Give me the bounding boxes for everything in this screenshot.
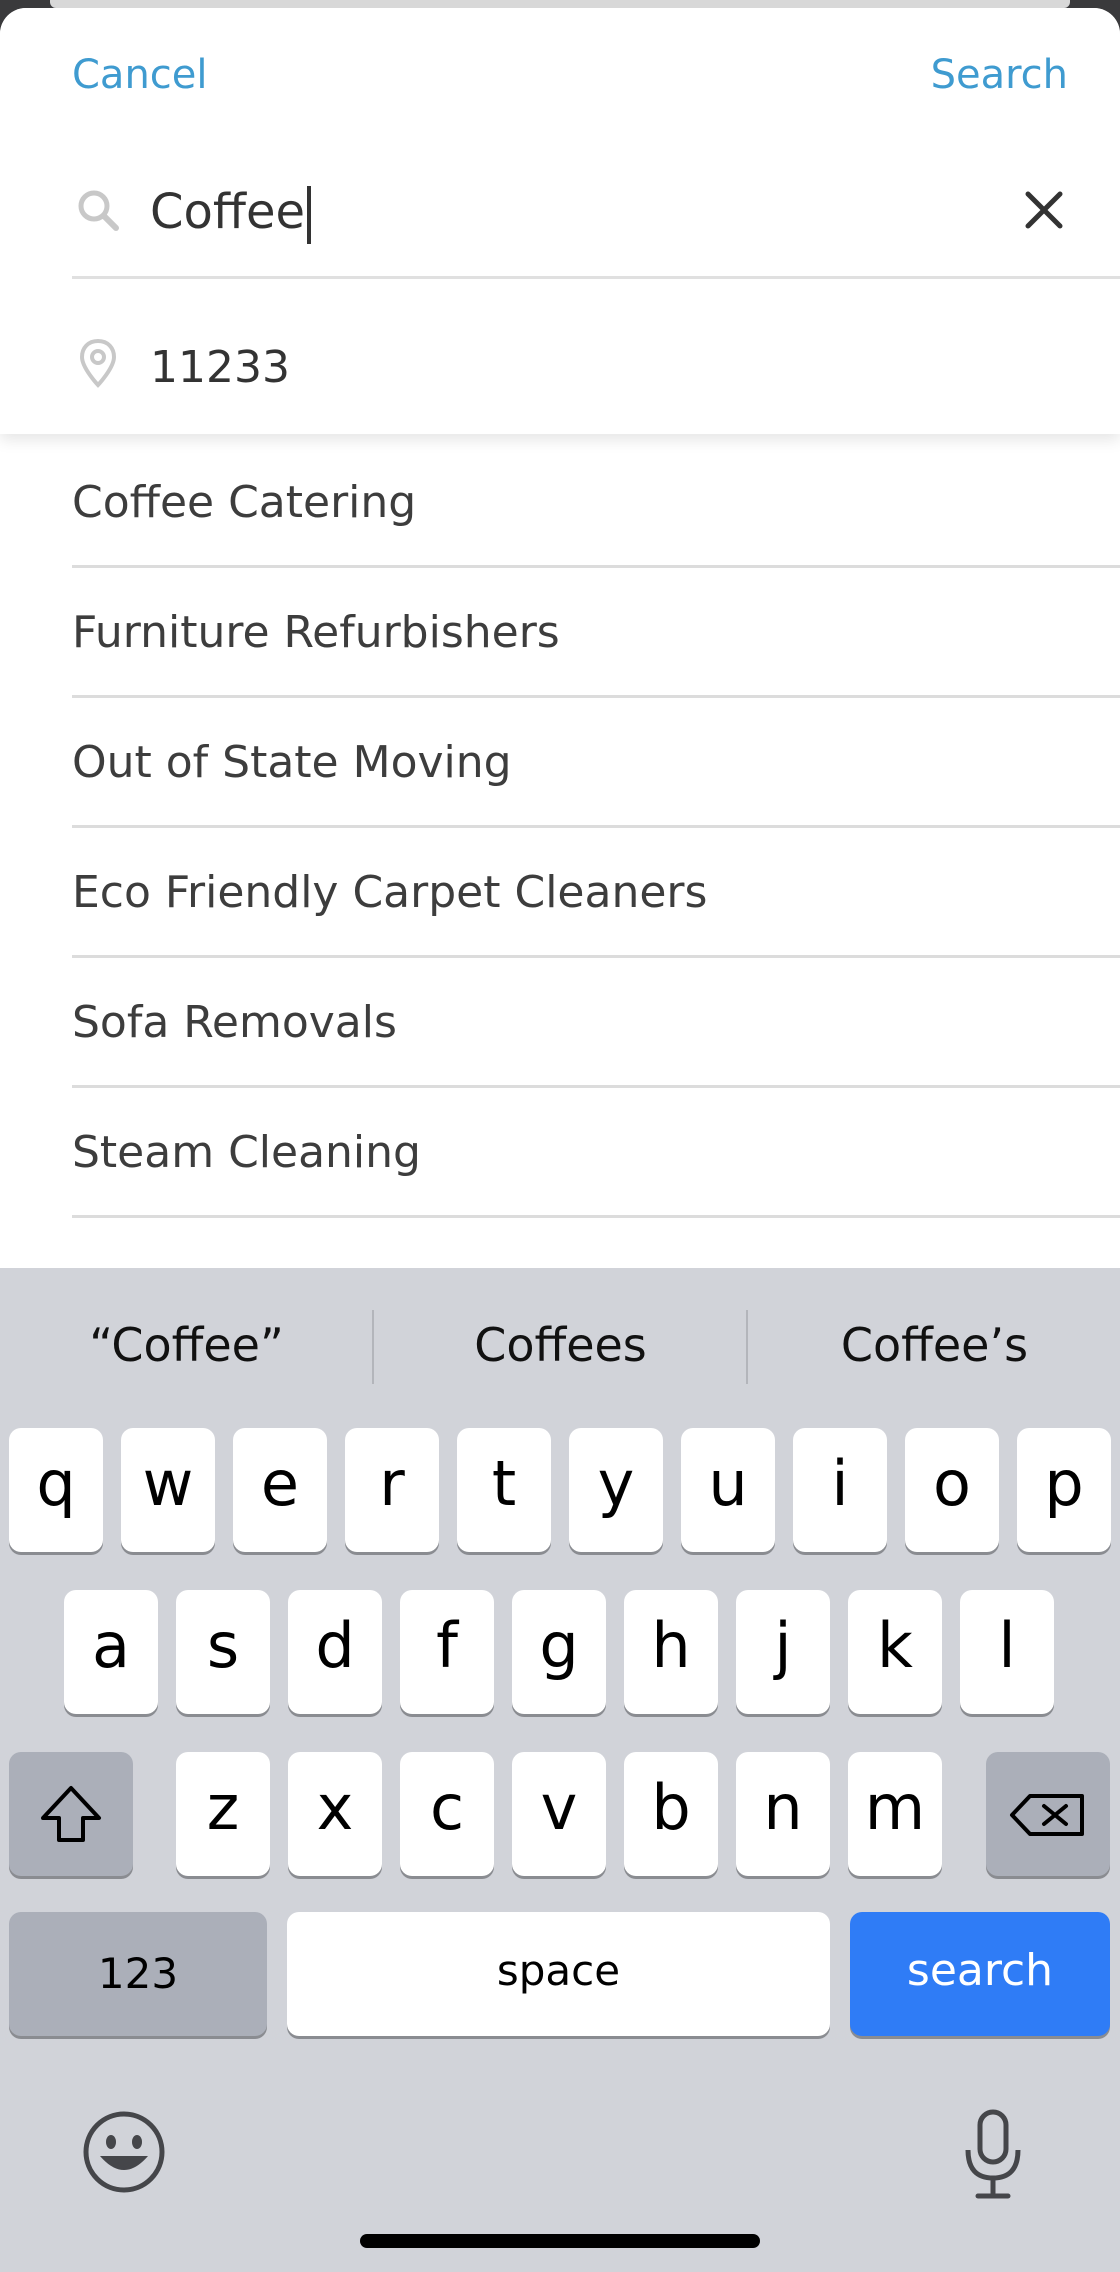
key-label: w	[142, 1447, 194, 1520]
numbers-key[interactable]: 123	[9, 1912, 267, 2036]
key-label: m	[864, 1771, 926, 1844]
space-key[interactable]: space	[287, 1912, 830, 2036]
key-t[interactable]: t	[457, 1428, 551, 1552]
prediction-item[interactable]: “Coffee”	[0, 1268, 373, 1422]
key-d[interactable]: d	[288, 1590, 382, 1714]
search-header: Cancel Search Coffee 11233	[0, 8, 1120, 434]
key-label: u	[708, 1447, 748, 1520]
emoji-icon[interactable]	[82, 2110, 166, 2194]
key-label: f	[436, 1609, 458, 1682]
prediction-item[interactable]: Coffees	[374, 1268, 747, 1422]
key-p[interactable]: p	[1017, 1428, 1111, 1552]
location-pin-icon	[79, 338, 117, 388]
key-f[interactable]: f	[400, 1590, 494, 1714]
key-n[interactable]: n	[736, 1752, 830, 1876]
list-item[interactable]: Sofa Removals	[72, 958, 1120, 1088]
key-k[interactable]: k	[848, 1590, 942, 1714]
key-label: y	[597, 1447, 635, 1520]
key-label: space	[496, 1946, 621, 1995]
key-label: d	[315, 1609, 355, 1682]
key-label: h	[651, 1609, 691, 1682]
key-label: v	[540, 1771, 578, 1844]
key-l[interactable]: l	[960, 1590, 1054, 1714]
key-label: j	[774, 1609, 792, 1682]
prediction-item[interactable]: Coffee’s	[748, 1268, 1120, 1422]
search-button[interactable]: Search	[931, 52, 1068, 98]
cancel-button[interactable]: Cancel	[72, 52, 208, 98]
search-icon	[78, 190, 119, 231]
list-item[interactable]: Steam Cleaning	[72, 1088, 1120, 1218]
key-o[interactable]: o	[905, 1428, 999, 1552]
key-label: t	[491, 1447, 517, 1520]
close-icon[interactable]	[1022, 188, 1066, 232]
keyboard: “Coffee” Coffees Coffee’s q w e r t y u …	[0, 1268, 1120, 2272]
key-b[interactable]: b	[624, 1752, 718, 1876]
key-label: b	[651, 1771, 691, 1844]
key-y[interactable]: y	[569, 1428, 663, 1552]
list-item[interactable]: Out of State Moving	[72, 698, 1120, 828]
key-label: l	[998, 1609, 1016, 1682]
key-x[interactable]: x	[288, 1752, 382, 1876]
shift-key[interactable]	[9, 1752, 133, 1876]
search-query-text: Coffee	[150, 184, 306, 240]
key-label: k	[877, 1609, 913, 1682]
key-m[interactable]: m	[848, 1752, 942, 1876]
key-v[interactable]: v	[512, 1752, 606, 1876]
sheet-grabber	[50, 0, 1070, 8]
key-j[interactable]: j	[736, 1590, 830, 1714]
key-label: 123	[97, 1949, 179, 1998]
key-c[interactable]: c	[400, 1752, 494, 1876]
location-input[interactable]: 11233	[150, 340, 290, 396]
microphone-icon[interactable]	[958, 2108, 1028, 2202]
list-item[interactable]: Furniture Refurbishers	[72, 568, 1120, 698]
key-w[interactable]: w	[121, 1428, 215, 1552]
key-u[interactable]: u	[681, 1428, 775, 1552]
key-label: z	[206, 1771, 240, 1844]
key-label: r	[379, 1447, 405, 1520]
list-item[interactable]: Coffee Catering	[72, 438, 1120, 568]
predictive-bar: “Coffee” Coffees Coffee’s	[0, 1268, 1120, 1422]
key-i[interactable]: i	[793, 1428, 887, 1552]
key-label: c	[429, 1771, 465, 1844]
search-input[interactable]: Coffee	[150, 182, 312, 244]
key-e[interactable]: e	[233, 1428, 327, 1552]
key-a[interactable]: a	[64, 1590, 158, 1714]
backspace-icon	[1010, 1794, 1084, 1836]
key-label: i	[831, 1447, 849, 1520]
shift-icon	[41, 1786, 101, 1842]
key-g[interactable]: g	[512, 1590, 606, 1714]
suggestion-list: Coffee Catering Furniture Refurbishers O…	[72, 438, 1120, 1218]
delete-key[interactable]	[986, 1752, 1110, 1876]
home-indicator[interactable]	[360, 2234, 760, 2248]
key-label: s	[206, 1609, 240, 1682]
key-label: g	[539, 1609, 579, 1682]
key-z[interactable]: z	[176, 1752, 270, 1876]
key-h[interactable]: h	[624, 1590, 718, 1714]
key-r[interactable]: r	[345, 1428, 439, 1552]
key-label: e	[260, 1447, 300, 1520]
key-s[interactable]: s	[176, 1590, 270, 1714]
key-label: x	[316, 1771, 354, 1844]
location-field-row[interactable]: 11233	[72, 308, 1120, 408]
search-key[interactable]: search	[850, 1912, 1110, 2036]
text-caret	[307, 186, 312, 244]
key-label: search	[906, 1945, 1054, 1996]
key-label: n	[763, 1771, 803, 1844]
key-label: a	[92, 1609, 130, 1682]
search-field-row[interactable]: Coffee	[72, 158, 1120, 279]
key-q[interactable]: q	[9, 1428, 103, 1552]
key-label: o	[933, 1447, 971, 1520]
key-label: p	[1044, 1447, 1084, 1520]
key-label: q	[36, 1447, 76, 1520]
list-item[interactable]: Eco Friendly Carpet Cleaners	[72, 828, 1120, 958]
